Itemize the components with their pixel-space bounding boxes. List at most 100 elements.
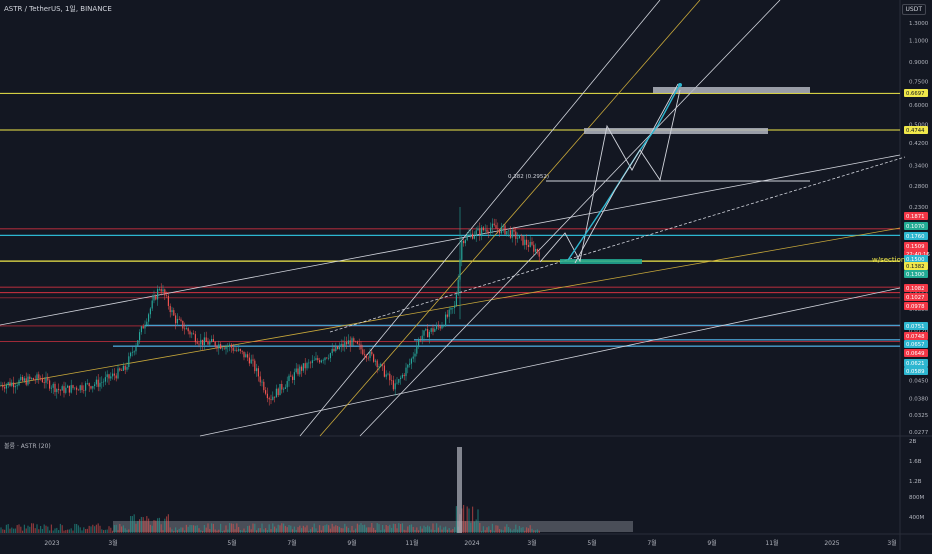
price-chart[interactable]: 1.30001.10000.90000.75000.60000.50000.42… — [0, 0, 932, 550]
candle-body — [344, 342, 346, 347]
volume-bar — [419, 526, 421, 533]
candle-body — [461, 240, 463, 260]
volume-bar — [193, 525, 195, 533]
volume-bar — [216, 530, 218, 533]
price-label-text: 0.1300 — [906, 272, 925, 278]
candle-body — [283, 388, 285, 390]
candle-body — [162, 289, 164, 292]
candle-body — [364, 354, 366, 356]
volume-bar — [337, 525, 339, 533]
volume-tick-label: 400M — [909, 515, 924, 521]
candle-body — [529, 241, 531, 247]
volume-bar — [166, 516, 168, 533]
candle-body — [90, 386, 92, 389]
candle-body — [448, 309, 450, 317]
volume-bar — [472, 506, 474, 533]
candle-body — [70, 385, 72, 393]
candle-body — [477, 228, 479, 231]
volume-bar — [122, 525, 124, 533]
candle-body — [281, 383, 283, 390]
candle-body — [292, 376, 294, 381]
currency-button[interactable]: USDT — [901, 4, 926, 15]
candle-body — [103, 381, 105, 383]
volume-bar — [475, 519, 477, 533]
candle-body — [67, 385, 69, 388]
volume-bar — [473, 521, 475, 533]
volume-bar — [392, 523, 394, 533]
candle-body — [236, 349, 238, 351]
volume-bar — [158, 517, 160, 533]
volume-bar — [34, 528, 36, 533]
candle-body — [356, 341, 358, 344]
candle-body — [166, 295, 168, 296]
volume-bar — [284, 525, 286, 533]
y-tick-label: 1.1000 — [909, 39, 929, 45]
candle-body — [252, 359, 254, 361]
candle-body — [311, 360, 313, 364]
candle-body — [509, 230, 511, 238]
volume-bar — [239, 530, 241, 533]
symbol-title: ASTR / TetherUS, 1일, BINANCE — [4, 5, 112, 13]
y-tick-label: 0.2800 — [909, 184, 929, 190]
volume-bar — [103, 530, 105, 533]
price-label-text: 0.0621 — [906, 361, 925, 367]
volume-bar — [322, 525, 324, 533]
volume-bar — [205, 527, 207, 533]
candle-body — [234, 349, 236, 351]
volume-bar — [144, 520, 146, 533]
candle-body — [455, 294, 457, 306]
chart-area[interactable]: 1.3000 1.1000 0.9000 0.7500 0.6000 0.5000 0.42… — [0, 0, 932, 550]
candle-body — [362, 349, 364, 355]
candle-body — [119, 368, 121, 371]
volume-bar — [346, 526, 348, 533]
candle-body — [61, 386, 63, 391]
volume-bar — [439, 525, 441, 533]
candle-body — [324, 357, 326, 361]
candle-body — [526, 239, 528, 245]
volume-bar — [63, 530, 65, 533]
volume-bar — [169, 527, 171, 533]
candle-body — [106, 374, 108, 378]
candle-body — [25, 378, 27, 385]
volume-bar — [493, 530, 495, 533]
candle-body — [423, 330, 425, 336]
candle-body — [0, 385, 2, 386]
volume-bar — [302, 525, 304, 533]
candle-body — [536, 249, 538, 252]
volume-bar — [176, 530, 178, 533]
volume-bar — [369, 527, 371, 533]
price-label-text: 0.1509 — [906, 244, 925, 250]
candle-body — [113, 373, 115, 376]
candle-body — [436, 325, 438, 329]
volume-bar — [257, 528, 259, 533]
candle-body — [58, 388, 60, 390]
candle-body — [95, 379, 97, 385]
volume-bar — [115, 524, 117, 533]
volume-bar — [203, 524, 205, 533]
candle-body — [178, 318, 180, 320]
candle-body — [74, 387, 76, 389]
volume-bar — [470, 522, 472, 533]
candle-body — [382, 363, 384, 366]
volume-bar — [58, 530, 60, 533]
volume-bar — [128, 529, 130, 533]
candle-body — [317, 358, 319, 361]
candle-body — [427, 329, 429, 338]
volume-bar — [405, 530, 407, 533]
volume-bar — [288, 525, 290, 533]
candle-body — [216, 346, 218, 349]
candle-body — [268, 398, 270, 400]
candle-body — [9, 382, 11, 387]
volume-bar — [137, 521, 139, 533]
volume-bar — [536, 529, 538, 533]
volume-bar — [466, 506, 468, 533]
volume-bar — [277, 524, 279, 533]
candle-body — [176, 318, 178, 324]
candle-body — [207, 341, 209, 345]
candle-body — [139, 332, 141, 341]
volume-bar — [126, 529, 128, 533]
volume-bar — [347, 527, 349, 533]
volume-bar — [11, 527, 13, 533]
candle-body — [47, 377, 49, 381]
volume-bar — [171, 529, 173, 533]
